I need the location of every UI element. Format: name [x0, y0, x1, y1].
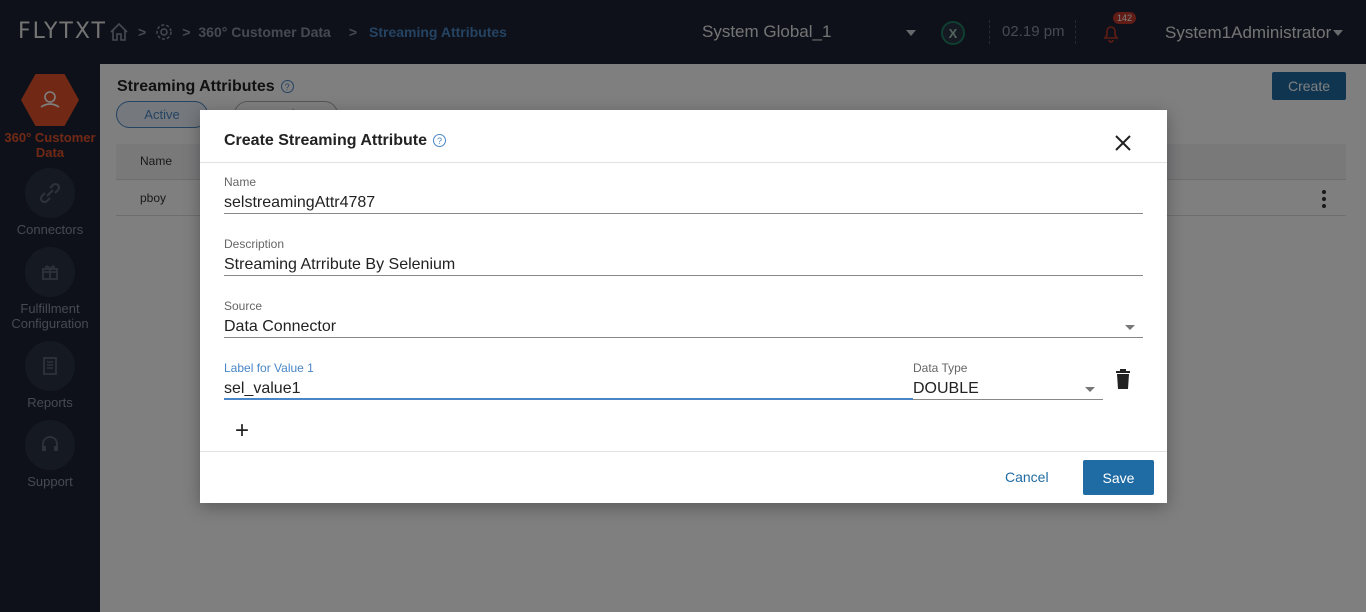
name-label: Name [224, 175, 257, 189]
name-input[interactable]: selstreamingAttr4787 [224, 190, 1143, 214]
data-type-label: Data Type [913, 361, 968, 375]
description-field[interactable]: Description Streaming Atrribute By Selen… [224, 237, 1143, 276]
label-value-label: Label for Value 1 [224, 361, 314, 375]
name-field[interactable]: Name selstreamingAttr4787 [224, 175, 1143, 214]
dialog-header: Create Streaming Attribute? [200, 110, 1167, 163]
dialog-title-text: Create Streaming Attribute [224, 132, 427, 149]
data-type-select[interactable]: DOUBLE [913, 376, 1103, 400]
data-type-selected-value: DOUBLE [913, 380, 979, 397]
help-icon[interactable]: ? [433, 134, 446, 148]
description-label: Description [224, 237, 285, 251]
delete-icon[interactable] [1115, 369, 1131, 394]
label-value-input[interactable]: sel_value1 [224, 376, 913, 400]
label-value-field[interactable]: Label for Value 1 sel_value1 [224, 361, 913, 400]
source-selected-value: Data Connector [224, 318, 337, 335]
data-type-field[interactable]: Data Type DOUBLE [913, 361, 1103, 400]
cancel-button[interactable]: Cancel [1005, 469, 1049, 485]
source-field[interactable]: Source Data Connector [224, 299, 1143, 338]
source-select[interactable]: Data Connector [224, 314, 1143, 338]
source-label: Source [224, 299, 263, 313]
chevron-down-icon[interactable] [1125, 325, 1135, 330]
add-value-icon[interactable]: + [235, 419, 249, 443]
chevron-down-icon[interactable] [1085, 387, 1095, 392]
dialog-footer: Cancel Save [200, 451, 1167, 503]
close-icon[interactable] [1113, 133, 1133, 153]
save-button[interactable]: Save [1083, 460, 1154, 495]
create-streaming-attribute-dialog: Create Streaming Attribute? Name selstre… [200, 110, 1167, 503]
dialog-title: Create Streaming Attribute? [224, 132, 446, 150]
description-input[interactable]: Streaming Atrribute By Selenium [224, 252, 1143, 276]
